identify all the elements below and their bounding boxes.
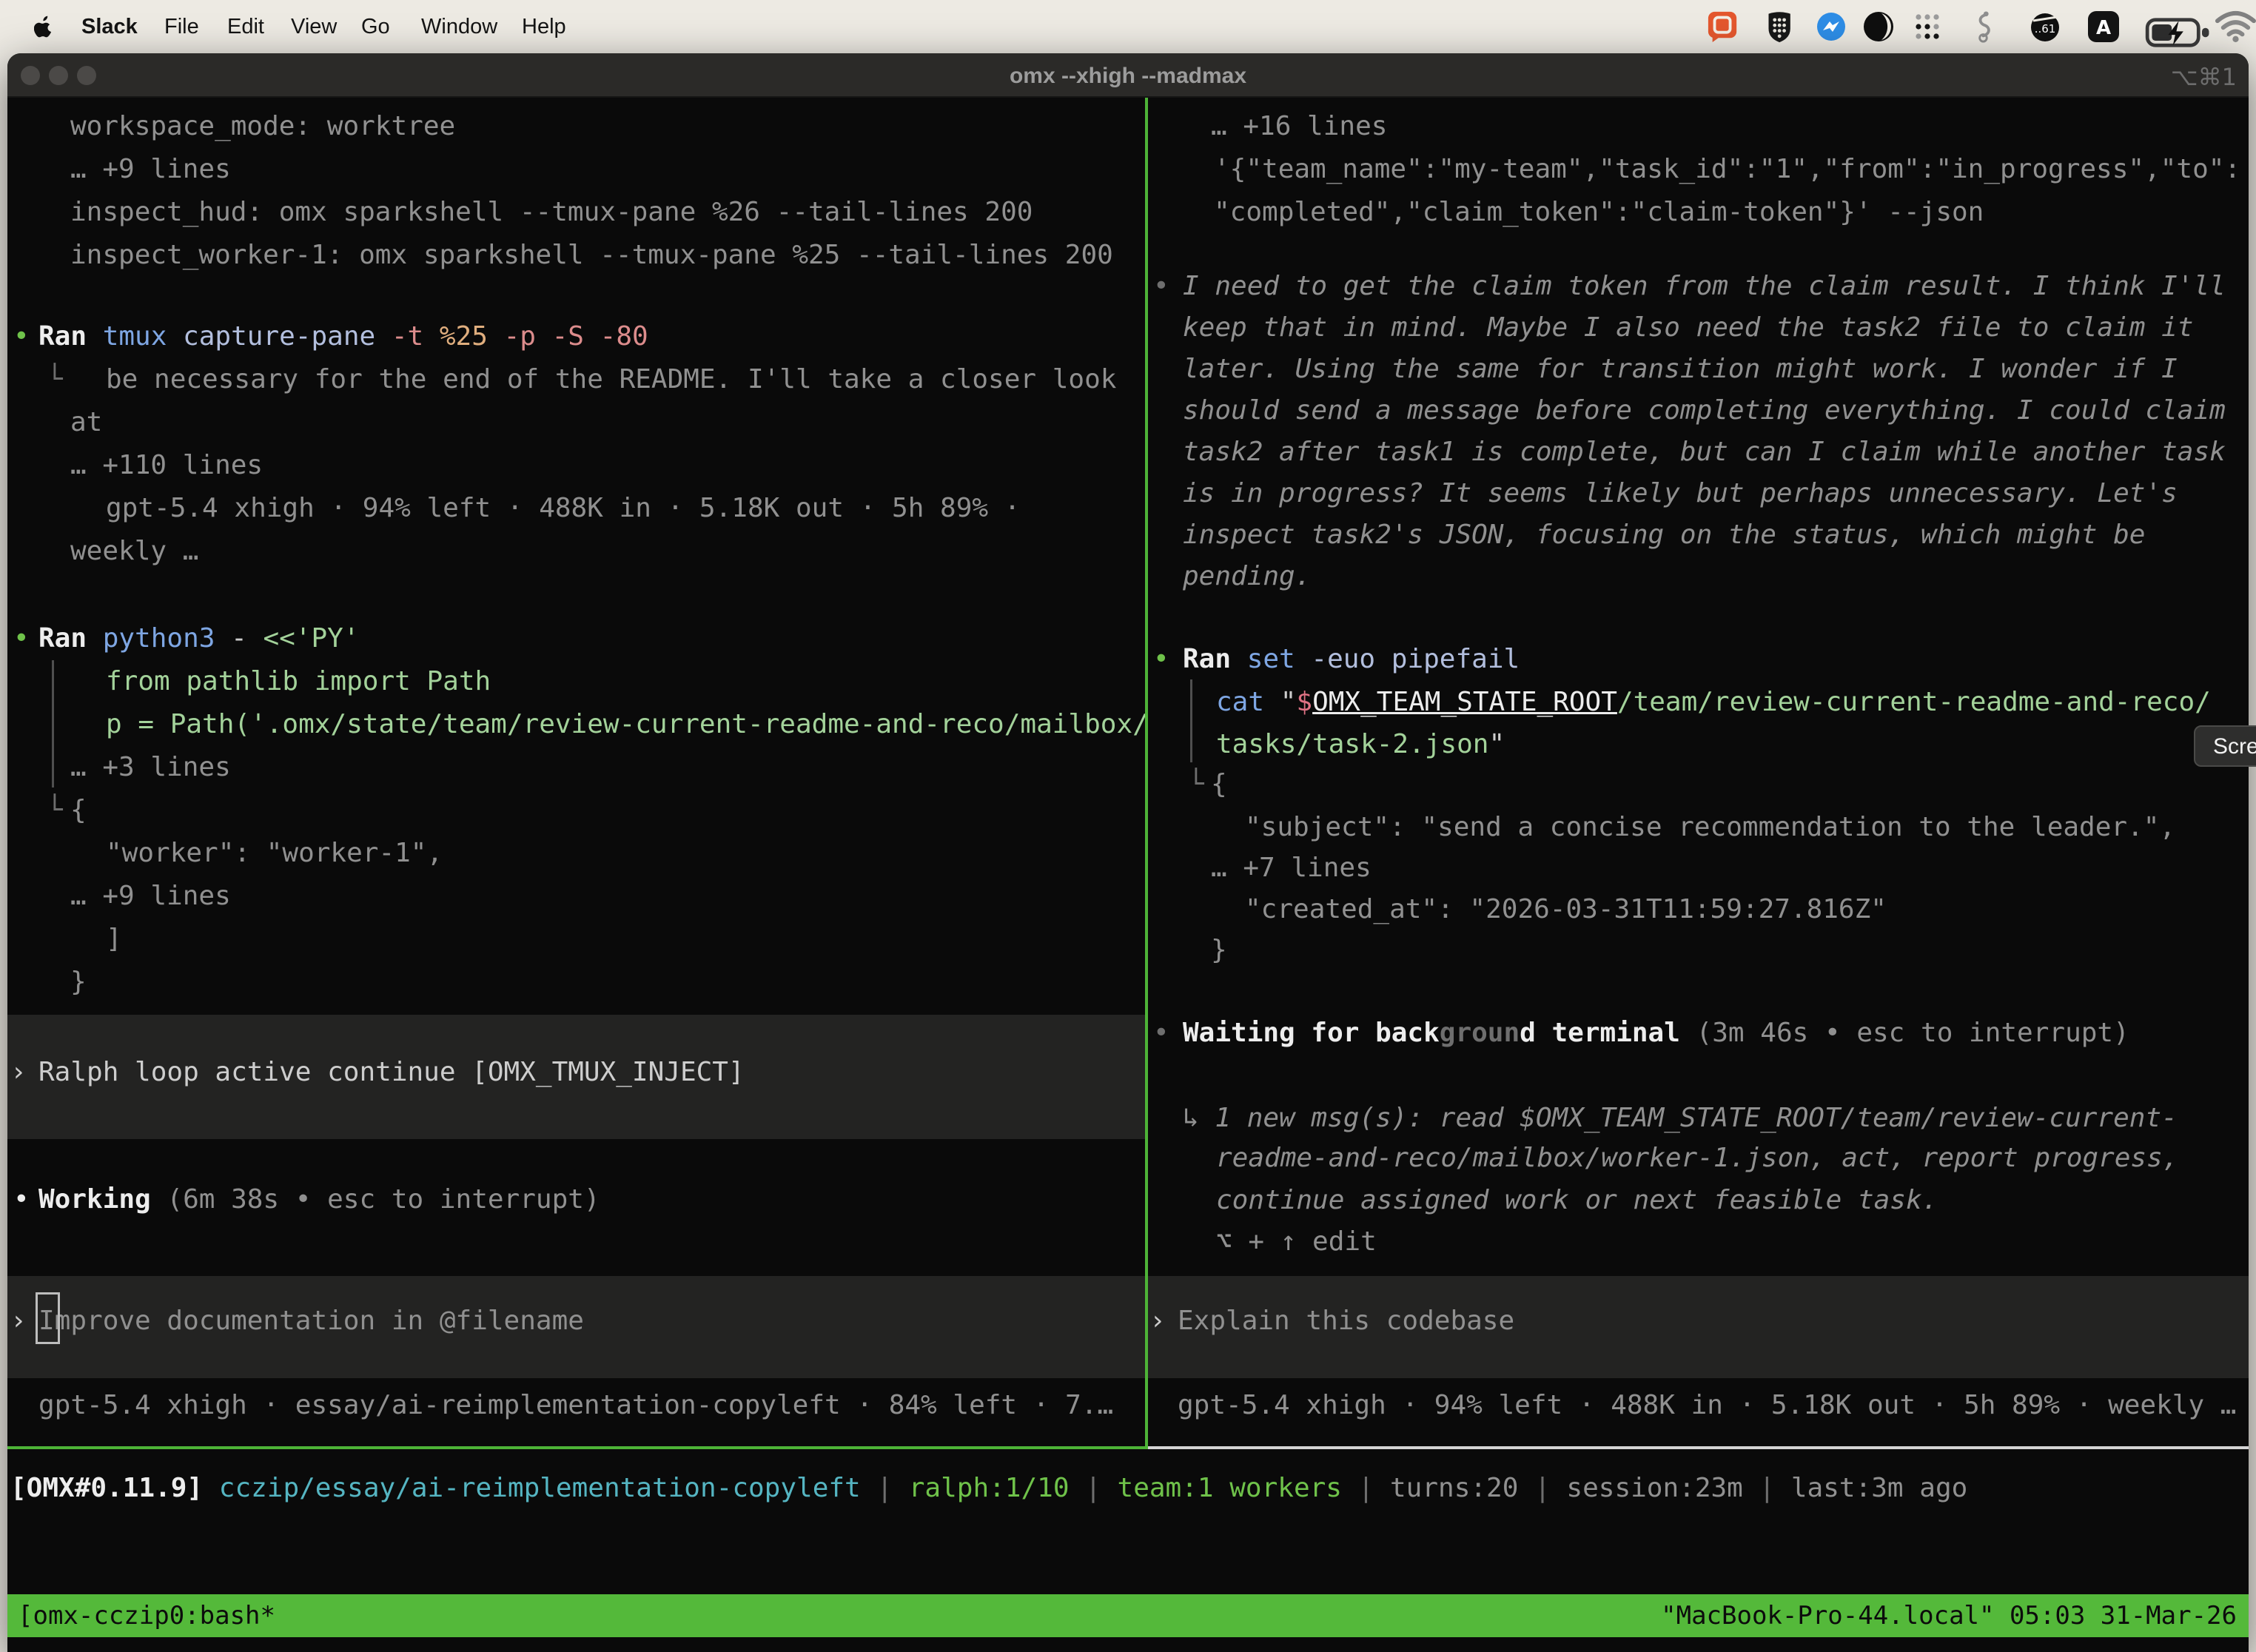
term-line: '{"team_name":"my-team","task_id":"1","f…	[1214, 151, 2240, 188]
term-line: … +9 lines	[70, 151, 231, 188]
battery-icon[interactable]	[2145, 16, 2188, 49]
term-line: [OMX#0.11.9] cczip/essay/ai-reimplementa…	[10, 1470, 1967, 1507]
term-line: … +110 lines	[70, 447, 263, 484]
term-line: at	[70, 404, 102, 441]
term-line: •	[1153, 268, 1169, 305]
term-line: inspect task2's JSON, focusing on the st…	[1183, 517, 2145, 554]
term-line: "worker": "worker-1",	[106, 835, 443, 872]
shield-grid-icon[interactable]	[1765, 10, 1794, 43]
term-line: ]	[106, 921, 122, 958]
moon-crescent-icon[interactable]	[1862, 10, 1895, 43]
badge-61-icon[interactable]: ..61	[2028, 10, 2062, 43]
screen-tooltip[interactable]: Scre	[2194, 725, 2256, 767]
term-line: weekly …	[70, 533, 198, 570]
term-line: gpt-5.4 xhigh · 94% left · 488K in · 5.1…	[1178, 1387, 2236, 1424]
messenger-bolt-icon[interactable]	[1815, 10, 1847, 43]
term-line: cat "$OMX_TEAM_STATE_ROOT/team/review-cu…	[1216, 684, 2211, 721]
term-line: … +3 lines	[70, 749, 231, 786]
tool-output-connector	[1190, 679, 1192, 762]
wifi-icon[interactable]	[2215, 10, 2247, 43]
term-line: •	[13, 1181, 30, 1218]
pane-border-inactive	[1148, 1446, 2249, 1449]
term-line: •	[13, 620, 30, 657]
window-shortcut-badge: ⌥⌘1	[2171, 53, 2237, 98]
menu-bar: Slack File Edit View Go Window Help ..61 A	[0, 0, 2256, 53]
apple-icon[interactable]	[34, 15, 54, 38]
tmux-status-bar: [omx-cczip0:bash* "MacBook-Pro-44.local"…	[7, 1594, 2249, 1637]
term-line: be necessary for the end of the README. …	[106, 361, 1116, 398]
term-line: └	[47, 361, 63, 398]
term-line: ↳ 1 new msg(s): read $OMX_TEAM_STATE_ROO…	[1183, 1100, 2178, 1137]
term-line: •	[13, 318, 30, 355]
term-line: └	[1188, 766, 1204, 803]
term-line: {	[1211, 766, 1227, 803]
term-line: "completed","claim_token":"claim-token"}…	[1214, 194, 1984, 231]
term-line: {	[70, 792, 87, 829]
menu-item-help[interactable]: Help	[522, 0, 566, 53]
svg-text:..61: ..61	[2035, 22, 2056, 36]
squiggle-icon[interactable]	[1975, 10, 1994, 43]
term-line: should send a message before completing …	[1183, 392, 2226, 429]
tool-output-connector	[52, 660, 54, 788]
term-line: }	[70, 964, 87, 1001]
menu-item-view[interactable]: View	[291, 0, 337, 53]
term-line: ›	[10, 1303, 27, 1340]
menu-item-file[interactable]: File	[164, 0, 199, 53]
term-line: Ran tmux capture-pane -t %25 -p -S -80	[38, 318, 648, 355]
term-line: later. Using the same for transition mig…	[1183, 351, 2178, 388]
term-line: … +16 lines	[1211, 108, 1387, 145]
window-title: omx --xhigh --madmax	[7, 53, 2249, 98]
term-line: is in progress? It seems likely but perh…	[1183, 475, 2178, 512]
dots-grid-icon[interactable]	[1911, 10, 1944, 43]
term-line: └	[47, 792, 63, 829]
pane-divider[interactable]	[1145, 98, 1148, 1449]
term-line: readme-and-reco/mailbox/worker-1.json, a…	[1216, 1140, 2178, 1177]
term-line: gpt-5.4 xhigh · 94% left · 488K in · 5.1…	[106, 490, 1020, 527]
pane-border-active	[7, 1446, 1145, 1449]
term-line: "created_at": "2026-03-31T11:59:27.816Z"	[1245, 891, 1887, 928]
a-square-icon[interactable]: A	[2087, 10, 2120, 43]
menu-item-go[interactable]: Go	[361, 0, 390, 53]
term-line: … +7 lines	[1211, 850, 1372, 887]
term-line: from pathlib import Path	[106, 663, 491, 700]
term-line: gpt-5.4 xhigh · essay/ai-reimplementatio…	[38, 1387, 1113, 1424]
menu-item-window[interactable]: Window	[421, 0, 497, 53]
term-line: keep that in mind. Maybe I also need the…	[1183, 309, 2193, 346]
term-line: ⌥ + ↑ edit	[1216, 1223, 1377, 1260]
term-line: Ran python3 - <<'PY'	[38, 620, 360, 657]
term-line: ›	[1149, 1303, 1166, 1340]
term-line: Waiting for background terminal (3m 46s …	[1183, 1015, 2129, 1052]
term-line: workspace_mode: worktree	[70, 108, 455, 145]
term-line: p = Path('.omx/state/team/review-current…	[106, 706, 1149, 743]
term-line: Ralph loop active continue [OMX_TMUX_INJ…	[38, 1054, 745, 1091]
term-line: "subject": "send a concise recommendatio…	[1245, 809, 2175, 846]
term-line: pending.	[1183, 558, 1311, 595]
term-line: Ran set -euo pipefail	[1183, 641, 1520, 678]
menu-item-slack[interactable]: Slack	[81, 0, 138, 53]
term-line: … +9 lines	[70, 878, 231, 915]
term-line: tasks/task-2.json"	[1216, 726, 1505, 763]
text-cursor	[36, 1292, 60, 1344]
tmux-session-label: [omx-cczip0:bash*	[18, 1594, 275, 1637]
term-line: I need to get the claim token from the c…	[1183, 268, 2226, 305]
chat-app-icon[interactable]	[1707, 10, 1739, 43]
term-line: inspect_worker-1: omx sparkshell --tmux-…	[70, 237, 1113, 274]
term-line: •	[1153, 641, 1169, 678]
svg-text:A: A	[2096, 17, 2111, 39]
term-line: inspect_hud: omx sparkshell --tmux-pane …	[70, 194, 1033, 231]
menu-item-edit[interactable]: Edit	[227, 0, 264, 53]
term-line: continue assigned work or next feasible …	[1216, 1182, 1938, 1219]
term-line: ›	[10, 1054, 27, 1091]
term-line: task2 after task1 is complete, but can I…	[1183, 434, 2226, 471]
term-line: Explain this codebase	[1178, 1303, 1514, 1340]
term-line: Working (6m 38s • esc to interrupt)	[38, 1181, 600, 1218]
term-line: }	[1211, 932, 1227, 969]
term-line: Improve documentation in @filename	[38, 1303, 584, 1340]
term-line: •	[1153, 1015, 1169, 1052]
tmux-host-clock: "MacBook-Pro-44.local" 05:03 31-Mar-26	[1661, 1594, 2237, 1637]
